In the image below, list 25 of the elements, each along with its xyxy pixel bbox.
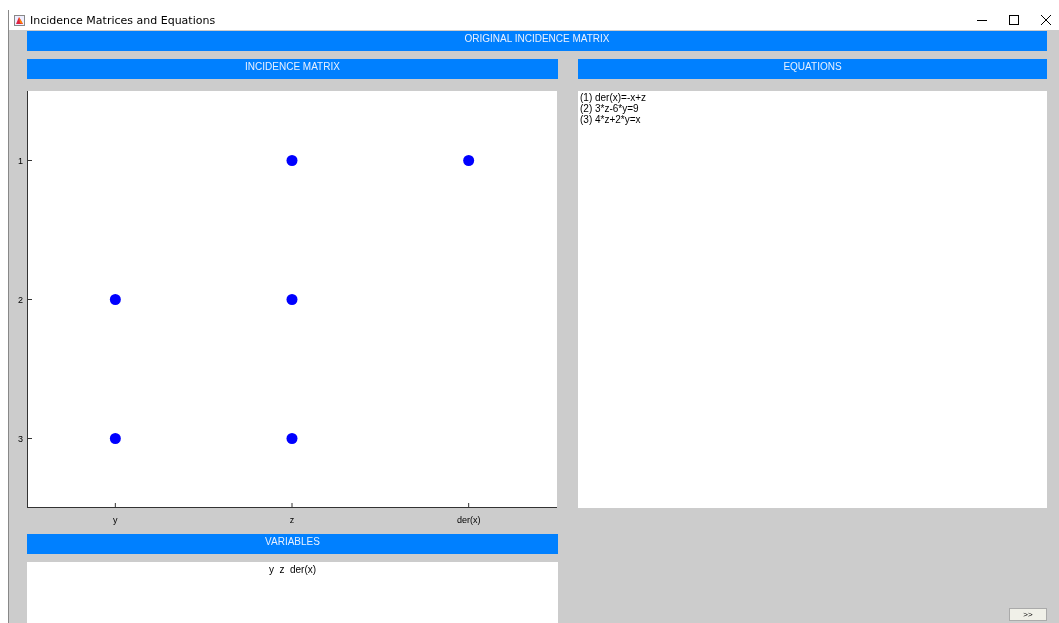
app-icon — [14, 14, 25, 26]
data-point — [109, 294, 121, 305]
data-point — [286, 294, 298, 305]
panel-header: VARIABLES — [27, 534, 558, 554]
data-point — [463, 155, 475, 166]
equation-text: (1) der(x)=-x+z — [580, 92, 648, 103]
data-point — [286, 433, 298, 444]
variables-text: y z der(x) — [268, 564, 317, 575]
data-point — [286, 155, 298, 166]
close-icon[interactable] — [1039, 13, 1053, 27]
maximize-icon[interactable] — [1007, 13, 1021, 27]
y-tick-label: 3 — [18, 433, 23, 444]
x-tick-label: y — [113, 515, 118, 525]
equation-text: (3) 4*z+2*y=x — [580, 114, 642, 125]
y-tick-label: 2 — [18, 294, 23, 305]
y-tick-label: 1 — [18, 155, 23, 166]
x-tick-label: der(x) — [456, 515, 481, 525]
panel-header: INCIDENCE MATRIX — [27, 59, 558, 79]
x-tick-label: z — [289, 515, 295, 525]
panel-header: EQUATIONS — [578, 59, 1047, 79]
equation-text: (2) 3*z-6*y=9 — [580, 103, 639, 114]
data-point — [109, 433, 121, 444]
section-banner: ORIGINAL INCIDENCE MATRIX — [27, 31, 1047, 51]
window-title: Incidence Matrices and Equations — [30, 13, 216, 27]
next-button[interactable]: >> — [1009, 608, 1047, 621]
